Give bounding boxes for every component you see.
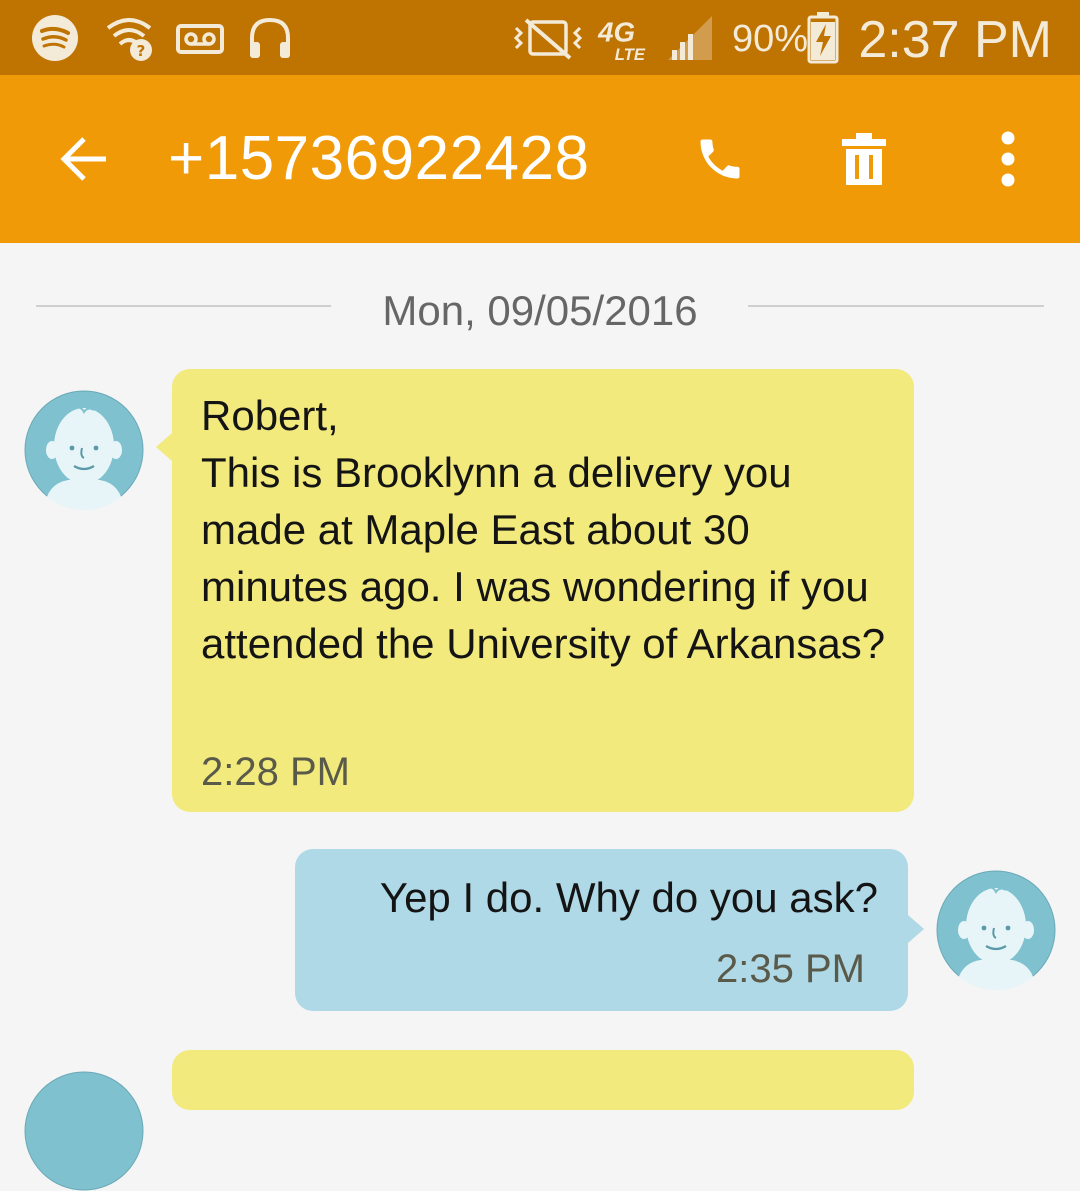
date-label: Mon, 09/05/2016 bbox=[382, 287, 698, 334]
wifi-question-icon: ? bbox=[106, 18, 152, 61]
message-timestamp: 2:28 PM bbox=[201, 750, 350, 794]
clock: 2:37 PM bbox=[858, 11, 1052, 69]
person-avatar-icon bbox=[24, 390, 144, 510]
more-vert-icon bbox=[1001, 131, 1015, 187]
status-bar: ? 4G LTE 90% 2:37 PM bbox=[0, 0, 1080, 75]
message-timestamp: 2:35 PM bbox=[716, 947, 865, 991]
outgoing-message-bubble[interactable]: Yep I do. Why do you ask? 2:35 PM bbox=[295, 849, 924, 1011]
back-arrow-icon bbox=[60, 137, 106, 181]
delete-button[interactable] bbox=[824, 119, 904, 199]
network-4g-lte-icon: 4G LTE bbox=[597, 17, 646, 62]
voicemail-icon bbox=[176, 24, 224, 54]
incoming-message-bubble[interactable] bbox=[172, 1050, 914, 1110]
bubble-tail bbox=[908, 915, 924, 943]
contact-number: +15736922428 bbox=[168, 124, 590, 193]
trash-icon bbox=[842, 133, 886, 185]
message-text: Yep I do. Why do you ask? bbox=[379, 874, 878, 921]
svg-text:4G: 4G bbox=[597, 17, 635, 48]
incoming-message-bubble[interactable]: Robert, This is Brooklynn a delivery you… bbox=[156, 369, 914, 812]
svg-text:LTE: LTE bbox=[615, 45, 646, 62]
headphones-icon bbox=[250, 17, 290, 58]
phone-icon bbox=[700, 139, 740, 179]
my-avatar[interactable] bbox=[936, 870, 1056, 990]
contact-avatar[interactable] bbox=[24, 390, 144, 510]
spotify-icon bbox=[32, 15, 78, 61]
person-avatar-icon bbox=[24, 1071, 144, 1191]
app-bar: +15736922428 bbox=[0, 75, 1080, 243]
contact-avatar[interactable] bbox=[24, 1071, 144, 1191]
bubble-tail bbox=[156, 433, 172, 461]
more-options-button[interactable] bbox=[968, 119, 1048, 199]
svg-text:?: ? bbox=[137, 42, 146, 60]
back-button[interactable] bbox=[44, 119, 124, 199]
person-avatar-icon bbox=[936, 870, 1056, 990]
conversation-view[interactable]: Mon, 09/05/2016 Robert, This is Brooklyn… bbox=[0, 243, 1080, 1191]
message-text: Robert, This is Brooklynn a delivery you… bbox=[201, 392, 886, 667]
signal-icon bbox=[668, 16, 712, 60]
vibrate-mute-icon bbox=[513, 18, 583, 60]
date-divider: Mon, 09/05/2016 bbox=[36, 263, 1044, 334]
battery-percent: 90% bbox=[732, 18, 809, 60]
battery-charging-icon bbox=[807, 12, 839, 64]
call-button[interactable] bbox=[680, 119, 760, 199]
